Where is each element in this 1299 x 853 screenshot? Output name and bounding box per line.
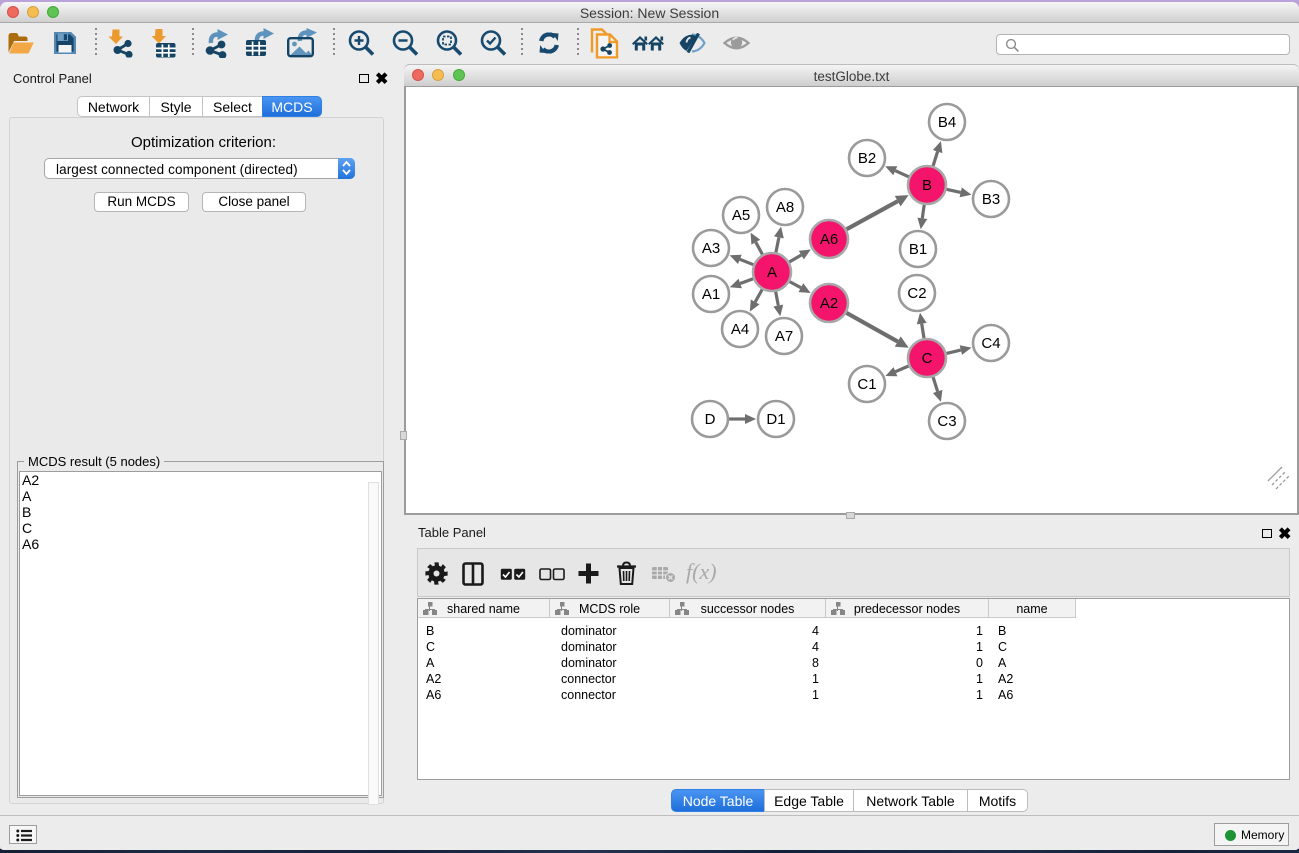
svg-text:C3: C3	[937, 413, 956, 430]
svg-text:D1: D1	[766, 411, 785, 428]
svg-text:B: B	[922, 177, 932, 194]
svg-text:B2: B2	[858, 150, 876, 167]
svg-text:A: A	[767, 264, 777, 281]
svg-text:D: D	[705, 411, 716, 428]
svg-text:C1: C1	[857, 376, 876, 393]
svg-text:A7: A7	[775, 328, 793, 345]
svg-text:A1: A1	[702, 286, 720, 303]
svg-text:C2: C2	[907, 285, 926, 302]
svg-text:A3: A3	[702, 240, 720, 257]
svg-text:A5: A5	[732, 207, 750, 224]
svg-text:C: C	[922, 350, 933, 367]
svg-text:A4: A4	[731, 321, 749, 338]
svg-text:A8: A8	[776, 199, 794, 216]
svg-text:A6: A6	[820, 231, 838, 248]
svg-text:B1: B1	[909, 241, 927, 258]
svg-text:B3: B3	[982, 191, 1000, 208]
svg-text:B4: B4	[938, 114, 956, 131]
svg-text:C4: C4	[981, 335, 1000, 352]
svg-text:A2: A2	[820, 295, 838, 312]
